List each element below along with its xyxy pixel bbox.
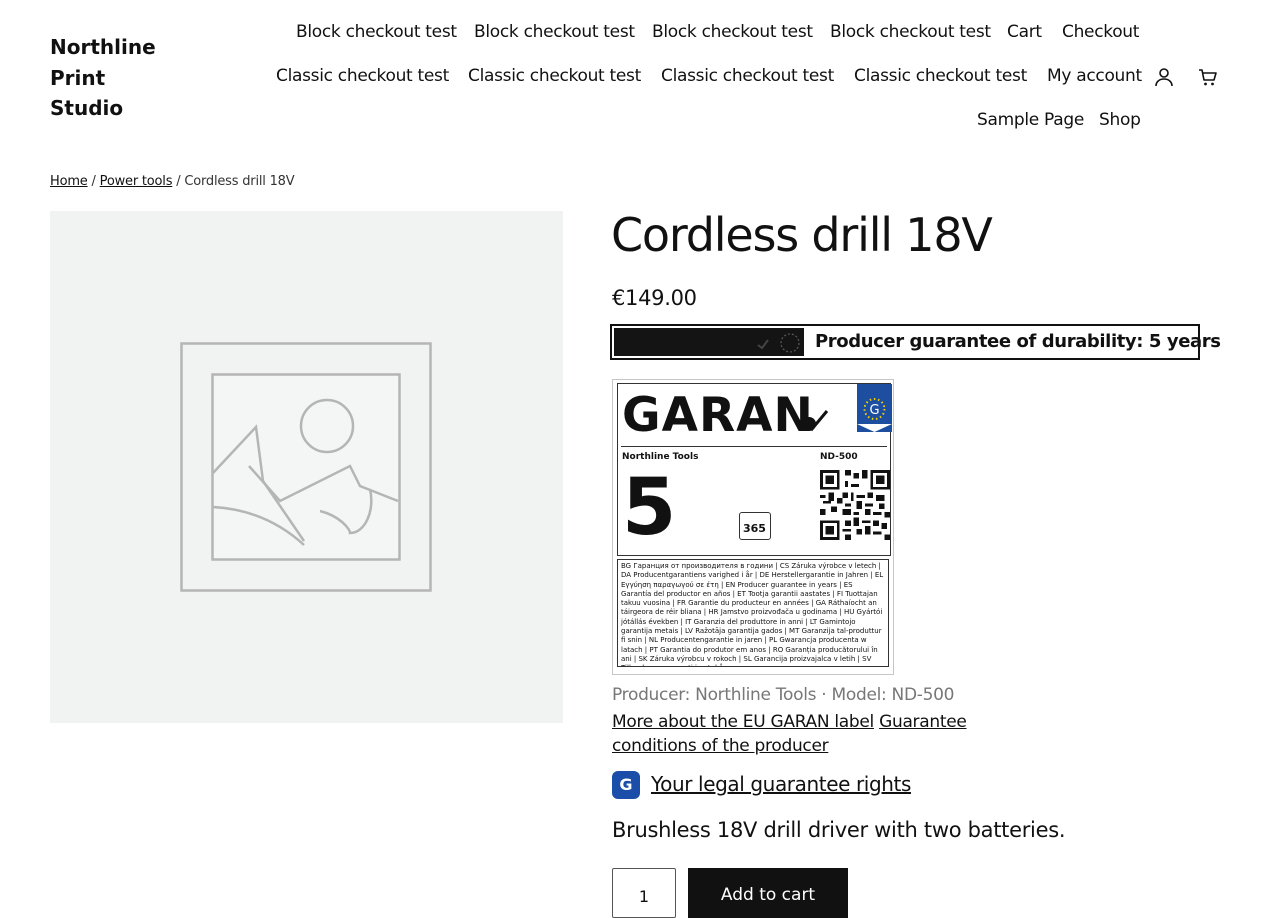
- nav-item-cart[interactable]: Cart: [1007, 22, 1042, 42]
- cart-icon[interactable]: [1196, 65, 1220, 89]
- breadcrumb-current: Cordless drill 18V: [184, 174, 295, 189]
- label-top-panel: GARAN G Northline Tools ND-500 5 365: [617, 383, 892, 556]
- site-title[interactable]: Northline Print Studio: [50, 32, 180, 124]
- image-placeholder-icon: [180, 342, 432, 592]
- nav-item-block-checkout-1[interactable]: Block checkout test: [296, 22, 457, 42]
- checkmark-seal-icon: [757, 333, 800, 353]
- garan-label: GARAN G Northline Tools ND-500 5 365 BG …: [612, 379, 894, 675]
- product-title: Cordless drill 18V: [611, 208, 993, 262]
- eu-flag-icon: G: [857, 384, 892, 432]
- product-description: Brushless 18V drill driver with two batt…: [612, 818, 1066, 842]
- nav-item-checkout[interactable]: Checkout: [1062, 22, 1139, 42]
- legal-rights-row: G Your legal guarantee rights: [612, 771, 912, 801]
- nav-item-block-checkout-2[interactable]: Block checkout test: [474, 22, 635, 42]
- nav-item-shop[interactable]: Shop: [1099, 110, 1141, 130]
- nav-item-classic-checkout-4[interactable]: Classic checkout test: [854, 66, 1027, 86]
- durability-banner: Producer guarantee of durability: 5 year…: [610, 324, 1221, 360]
- calendar-days: 365: [743, 522, 766, 535]
- label-model: ND-500: [820, 452, 858, 462]
- breadcrumb-category-link[interactable]: Power tools: [100, 174, 173, 189]
- nav-item-my-account[interactable]: My account: [1047, 66, 1142, 86]
- quantity-input[interactable]: 1: [612, 868, 676, 918]
- guarantee-links: More about the EU GARAN label Guarantee …: [612, 710, 972, 758]
- breadcrumb-home-link[interactable]: Home: [50, 174, 88, 189]
- calendar-icon: 365: [739, 512, 771, 540]
- breadcrumb-separator: /: [176, 174, 181, 189]
- breadcrumb-separator: /: [91, 174, 96, 189]
- garan-wordmark: GARAN: [622, 388, 814, 443]
- nav-item-block-checkout-4[interactable]: Block checkout test: [830, 22, 991, 42]
- label-translations: BG Гаранция от производителя в години | …: [617, 559, 889, 667]
- svg-text:G: G: [869, 403, 879, 418]
- garan-info-link[interactable]: More about the EU GARAN label: [612, 712, 874, 732]
- producer-meta: Producer: Northline Tools · Model: ND-50…: [612, 685, 955, 705]
- label-divider: [621, 446, 887, 447]
- breadcrumb: Home / Power tools / Cordless drill 18V: [50, 174, 295, 189]
- g-badge-icon: G: [612, 771, 640, 799]
- banner-text: Producer guarantee of durability: 5 year…: [815, 331, 1221, 352]
- check-seal-icon: [802, 410, 829, 432]
- nav-item-classic-checkout-2[interactable]: Classic checkout test: [468, 66, 641, 86]
- label-years: 5: [622, 463, 677, 553]
- product-price: €149.00: [612, 286, 697, 310]
- nav-item-classic-checkout-1[interactable]: Classic checkout test: [276, 66, 449, 86]
- qr-code-icon: [820, 470, 890, 540]
- nav-item-classic-checkout-3[interactable]: Classic checkout test: [661, 66, 834, 86]
- add-to-cart-button[interactable]: Add to cart: [688, 868, 848, 918]
- nav-item-sample-page[interactable]: Sample Page: [977, 110, 1084, 130]
- label-producer: Northline Tools: [622, 452, 699, 462]
- account-icon[interactable]: [1152, 65, 1176, 89]
- legal-rights-link[interactable]: Your legal guarantee rights: [651, 772, 911, 796]
- product-image[interactable]: [50, 211, 563, 723]
- banner-dark-strip: [614, 328, 804, 356]
- nav-item-block-checkout-3[interactable]: Block checkout test: [652, 22, 813, 42]
